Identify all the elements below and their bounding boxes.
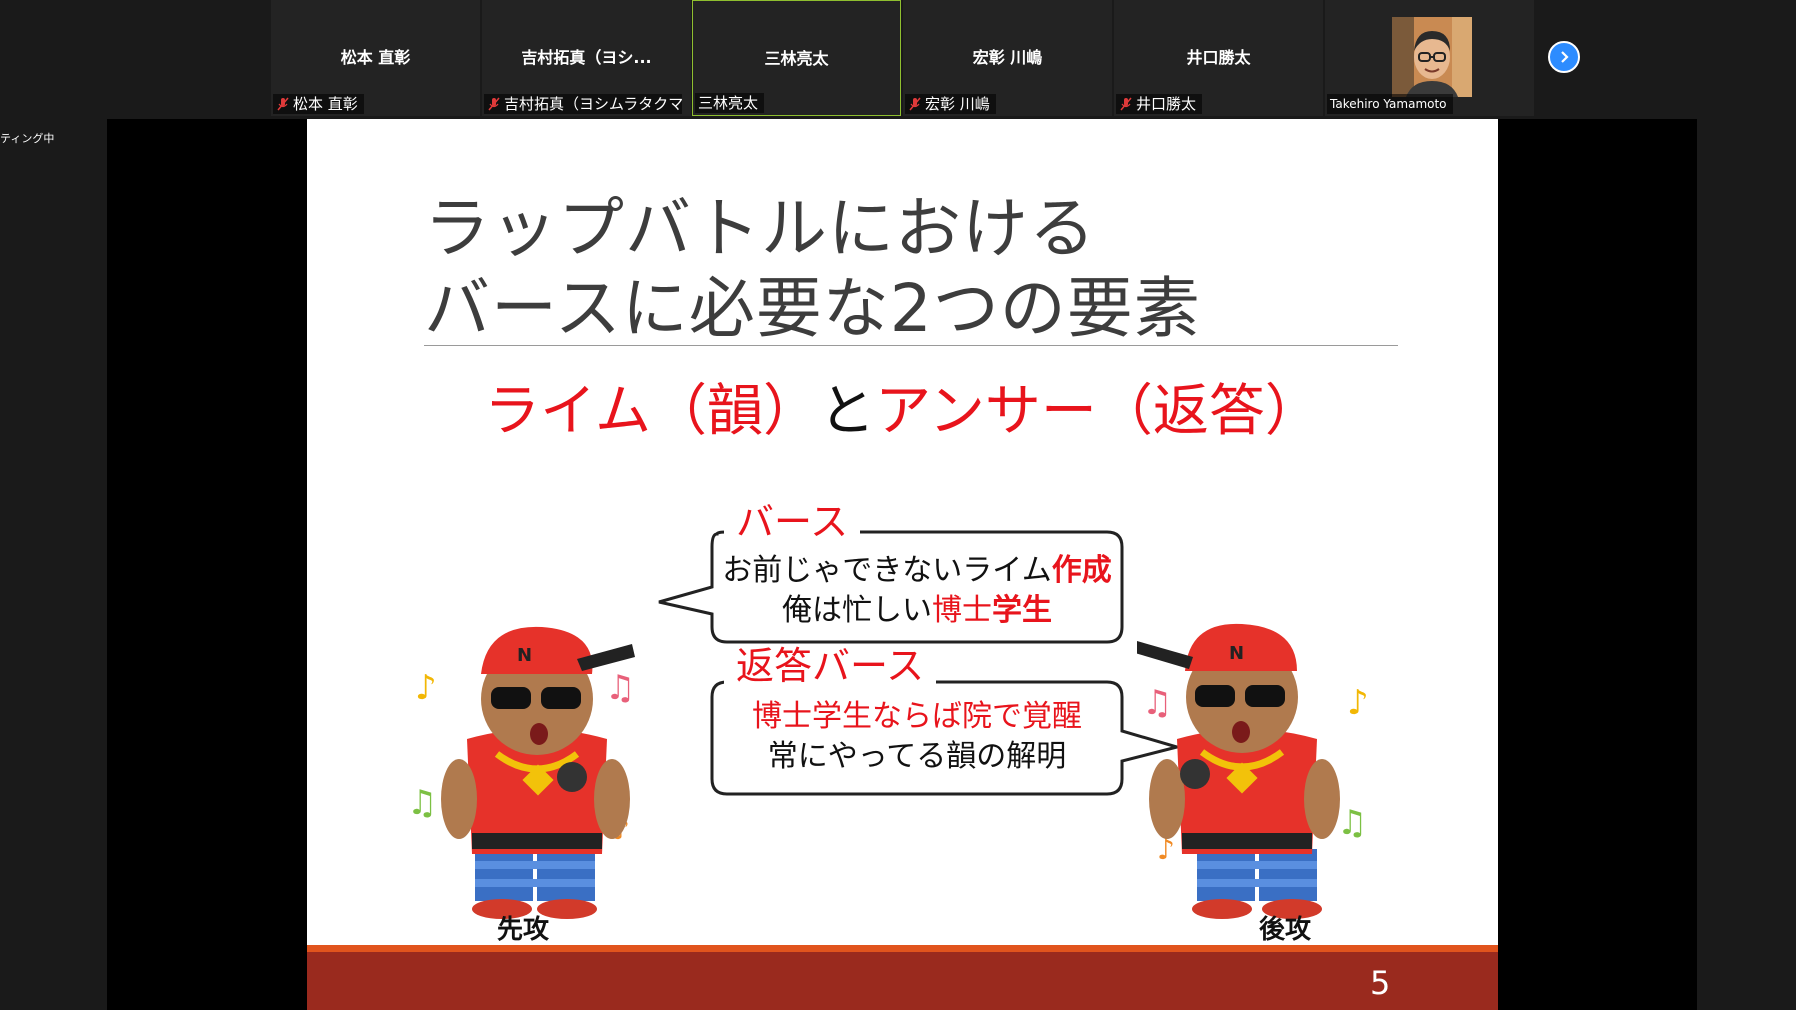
participant-label-text: 松本 直彰 xyxy=(293,95,358,113)
participant-name: 宏彰 川嶋 xyxy=(972,48,1043,67)
verse-line2-a: 俺は忙しい xyxy=(782,593,932,628)
verse-line1-a: お前じゃできないライム xyxy=(722,553,1052,588)
participant-label: 宏彰 川嶋 xyxy=(905,94,996,114)
mic-muted-icon xyxy=(488,97,500,111)
verse-line1-b: 作成 xyxy=(1051,553,1112,588)
participant-tile[interactable]: 松本 直彰 松本 直彰 xyxy=(271,0,480,116)
mic-muted-icon xyxy=(277,97,289,111)
right-rapper-illustration: ♫ ♪ ♪ ♫ N xyxy=(1137,623,1369,919)
participant-tile[interactable]: 井口勝太 井口勝太 xyxy=(1114,0,1323,116)
svg-text:N: N xyxy=(1229,643,1244,664)
mic-muted-icon xyxy=(1120,97,1132,111)
left-caption: 先攻 xyxy=(497,915,550,945)
participant-label: 吉村拓真（ヨシムラタクマ） xyxy=(484,94,682,114)
participant-name: 井口勝太 xyxy=(1186,48,1251,67)
mic-muted-icon xyxy=(909,97,921,111)
verse-line2-b: 博士 xyxy=(932,593,992,628)
verse-text: お前じゃできないライム作成 俺は忙しい博士学生 xyxy=(712,551,1122,631)
participant-label: 井口勝太 xyxy=(1116,94,1203,114)
answer-line1: 博士学生ならば院で覚醒 xyxy=(752,699,1082,734)
participant-strip: 松本 直彰 松本 直彰 吉村拓真（ヨシ... 吉村拓真（ヨシムラタクマ） 三林亮… xyxy=(0,0,1796,118)
right-caption: 後攻 xyxy=(1259,915,1312,945)
verse-label: バース xyxy=(724,500,861,544)
svg-text:N: N xyxy=(517,645,532,666)
participant-tile[interactable]: 宏彰 川嶋 宏彰 川嶋 xyxy=(903,0,1112,116)
participant-label-text: 井口勝太 xyxy=(1136,95,1197,113)
verse-line2-c: 学生 xyxy=(992,593,1052,628)
svg-text:♫: ♫ xyxy=(1337,803,1367,843)
participant-video xyxy=(1392,17,1472,97)
participant-label: Takehiro Yamamoto xyxy=(1327,94,1453,114)
participant-name: 三林亮太 xyxy=(764,49,829,68)
participant-label-text: 三林亮太 xyxy=(698,94,759,112)
svg-text:♫: ♫ xyxy=(407,783,437,823)
participant-tile-video[interactable]: Takehiro Yamamoto xyxy=(1325,0,1534,116)
participant-tile-active[interactable]: 三林亮太 三林亮太 xyxy=(692,0,901,116)
svg-text:♪: ♪ xyxy=(1347,683,1369,723)
chevron-right-icon xyxy=(1561,51,1569,63)
next-page-button[interactable] xyxy=(1548,41,1580,73)
shared-slide: ラップバトルにおける バースに必要な2つの要素 ライム（韻）とアンサー（返答） … xyxy=(307,119,1498,1010)
svg-text:♪: ♪ xyxy=(415,668,437,708)
svg-text:♫: ♫ xyxy=(1142,683,1172,723)
answer-text: 博士学生ならば院で覚醒 常にやってる韻の解明 xyxy=(712,697,1122,777)
participant-label: 三林亮太 xyxy=(695,93,765,113)
svg-text:♫: ♫ xyxy=(605,668,635,708)
participant-tile[interactable]: 吉村拓真（ヨシ... 吉村拓真（ヨシムラタクマ） xyxy=(482,0,691,116)
participant-name: 吉村拓真（ヨシ... xyxy=(521,48,652,67)
participant-label: 松本 直彰 xyxy=(273,94,364,114)
participant-label-text: 吉村拓真（ヨシムラタクマ） xyxy=(504,95,682,113)
participant-label-text: Takehiro Yamamoto xyxy=(1330,97,1447,111)
footer-accent-bar xyxy=(307,945,1498,952)
participant-label-text: 宏彰 川嶋 xyxy=(925,95,990,113)
answer-label: 返答バース xyxy=(724,644,937,688)
answer-line2: 常にやってる韻の解明 xyxy=(767,739,1067,774)
left-rapper-illustration: ♪ ♫ ♫ ♪ N xyxy=(407,626,635,919)
recording-status: ティング中 xyxy=(0,132,55,145)
slide-footer xyxy=(307,952,1498,1010)
slide-page-number: 5 xyxy=(1370,964,1391,1002)
participant-name: 松本 直彰 xyxy=(340,48,411,67)
